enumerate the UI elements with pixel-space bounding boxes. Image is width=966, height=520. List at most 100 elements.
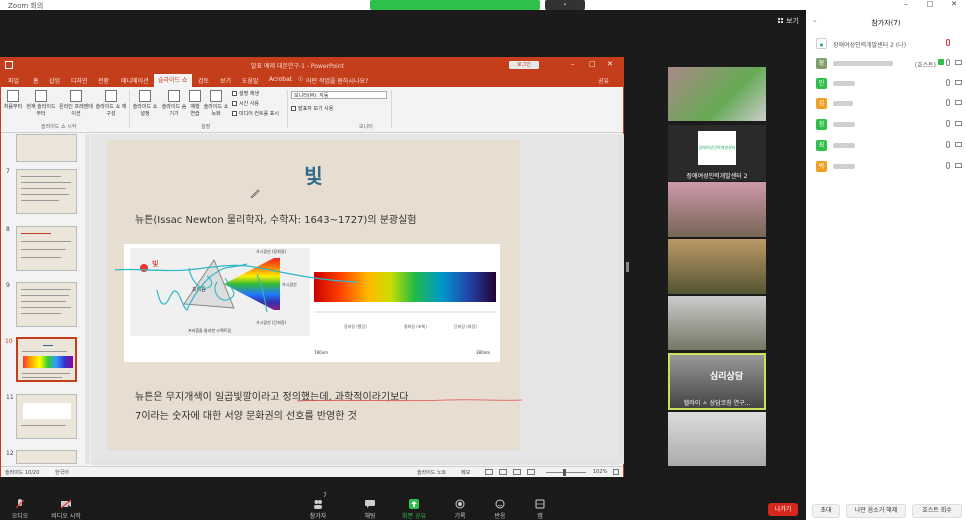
tab-insert[interactable]: 삽입 xyxy=(49,76,60,85)
camera-icon[interactable] xyxy=(955,163,962,168)
reading-view-icon[interactable] xyxy=(513,469,521,475)
participants-button[interactable]: 참가자 xyxy=(298,499,338,520)
mic-muted-icon[interactable] xyxy=(946,39,950,46)
video-tile-active-speaker[interactable]: 심리상담 헬러이 ㅅ 상담코칭 연구... xyxy=(668,353,766,410)
audio-button[interactable]: 오디오 xyxy=(0,499,40,520)
slide-thumbnail[interactable] xyxy=(16,450,77,464)
video-tile[interactable] xyxy=(668,296,766,350)
zoom-percent[interactable]: 102% xyxy=(593,469,607,475)
minimize-icon[interactable]: – xyxy=(896,0,916,10)
mic-icon[interactable] xyxy=(946,59,950,66)
slide-thumbnail[interactable] xyxy=(16,394,77,439)
participant-row[interactable]: 최 xyxy=(814,138,964,154)
share-options-button[interactable]: ⌄ xyxy=(545,0,585,10)
custom-show-button[interactable]: 슬라이드 쇼 재구성 xyxy=(95,90,127,117)
slide-horizontal-scrollbar[interactable] xyxy=(91,460,619,465)
thumbnail-scrollbar[interactable] xyxy=(85,134,90,464)
tell-me-box[interactable]: 어떤 작업을 원하시나요? xyxy=(306,76,368,85)
participant-row[interactable]: 김 xyxy=(814,96,964,112)
normal-view-icon[interactable] xyxy=(485,469,493,475)
view-button[interactable]: 보기 xyxy=(786,16,799,26)
camera-icon[interactable] xyxy=(955,100,962,105)
participant-row[interactable]: 정 xyxy=(814,117,964,133)
mic-icon[interactable] xyxy=(946,162,950,169)
screen-share-status-bar[interactable] xyxy=(370,0,540,10)
comments-button[interactable]: 메모 xyxy=(461,469,470,476)
record-button[interactable]: 슬라이드 쇼 녹화 xyxy=(203,90,229,117)
tab-home[interactable]: 홈 xyxy=(33,76,39,85)
claim-host-button[interactable]: 호스트 회수 xyxy=(912,504,962,518)
presenter-view-checkbox[interactable]: 발표자 보기 사용 xyxy=(291,105,333,112)
leave-button[interactable]: 나가기 xyxy=(768,503,798,516)
fit-slide-icon[interactable] xyxy=(613,469,619,475)
online-present-button[interactable]: 온라인 프레젠테이션 xyxy=(59,90,93,117)
video-tile[interactable] xyxy=(668,412,766,466)
mic-icon[interactable] xyxy=(946,120,950,127)
narration-checkbox[interactable]: 설명 재생 xyxy=(232,90,259,97)
ppt-restore-icon[interactable]: □ xyxy=(589,60,596,68)
slide-canvas: 빛 뉴튼(Issac Newton 물리학자, 수학자: 1643~1727)의… xyxy=(91,134,619,460)
participant-row[interactable]: 민 xyxy=(814,76,964,92)
video-tile[interactable] xyxy=(668,182,766,237)
tab-help[interactable]: 도움말 xyxy=(242,76,259,85)
maximize-icon[interactable]: □ xyxy=(920,0,940,10)
video-tile-center[interactable]: 장애여성인력개발센터 장애여성인력개발센터 2 xyxy=(668,125,766,181)
tab-view[interactable]: 보기 xyxy=(220,76,231,85)
from-current-button[interactable]: 현재 슬라이드부터 xyxy=(25,90,57,117)
camera-icon[interactable] xyxy=(955,142,962,147)
invite-button[interactable]: 초대 xyxy=(812,504,840,518)
slide-thumbnail[interactable] xyxy=(16,226,77,271)
from-beginning-button[interactable]: 처음부터 xyxy=(3,90,23,110)
notes-button[interactable]: 슬라이드 노트 xyxy=(417,469,446,476)
setup-button[interactable]: 슬라이드 쇼 설정 xyxy=(131,90,159,117)
slide-thumbnail[interactable] xyxy=(16,282,77,327)
slideshow-view-icon[interactable] xyxy=(527,469,535,475)
camera-icon[interactable] xyxy=(955,121,962,126)
slide-thumbnail-selected[interactable] xyxy=(16,337,77,382)
slide-thumbnail[interactable] xyxy=(16,169,77,214)
participant-row[interactable]: 박 xyxy=(814,159,964,175)
share-button[interactable]: 공유 xyxy=(598,76,609,85)
save-icon[interactable] xyxy=(5,61,13,69)
tab-transitions[interactable]: 전환 xyxy=(98,76,109,85)
rehearse-button[interactable]: 예행 연습 xyxy=(188,90,202,117)
mic-icon[interactable] xyxy=(946,99,950,106)
hide-slide-button[interactable]: 슬라이드 숨기기 xyxy=(161,90,187,117)
language-indicator[interactable]: 한국어 xyxy=(55,469,69,476)
mic-icon[interactable] xyxy=(946,79,950,86)
apps-button[interactable]: 앱 xyxy=(520,499,560,520)
tab-acrobat[interactable]: Acrobat xyxy=(269,76,292,83)
media-controls-checkbox[interactable]: 미디어 컨트롤 표시 xyxy=(232,110,279,117)
camera-icon[interactable] xyxy=(955,60,962,65)
timings-checkbox[interactable]: 시간 사용 xyxy=(232,100,259,107)
slide-vertical-scrollbar[interactable] xyxy=(618,134,624,464)
tab-slideshow[interactable]: 슬라이드 쇼 xyxy=(154,74,192,87)
reactions-button[interactable]: 반응 xyxy=(480,499,520,520)
sorter-view-icon[interactable] xyxy=(499,469,507,475)
camera-icon[interactable] xyxy=(955,80,962,85)
slide-thumbnail[interactable] xyxy=(16,134,77,162)
ppt-close-icon[interactable]: ✕ xyxy=(607,60,613,68)
share-screen-button[interactable]: 화면 공유 xyxy=(394,499,434,520)
splitter-handle[interactable] xyxy=(626,262,629,272)
tab-file[interactable]: 파일 xyxy=(8,76,19,85)
tab-design[interactable]: 디자인 xyxy=(71,76,88,85)
tab-review[interactable]: 검토 xyxy=(198,76,209,85)
chat-button[interactable]: 채팅 xyxy=(350,499,390,520)
video-tile[interactable] xyxy=(668,67,766,121)
zoom-slider[interactable] xyxy=(546,472,586,473)
tab-animations[interactable]: 애니메이션 xyxy=(121,76,149,85)
close-icon[interactable]: ✕ xyxy=(944,0,964,10)
login-button[interactable]: 로그인 xyxy=(509,61,539,69)
monitor-select[interactable]: 모니터(M): 자동 xyxy=(291,91,387,99)
ppt-minimize-icon[interactable]: – xyxy=(571,60,575,68)
unmute-me-button[interactable]: 나만 음소거 해제 xyxy=(846,504,906,518)
participant-row[interactable]: 장 (호스트) xyxy=(814,56,964,72)
mic-icon[interactable] xyxy=(946,141,950,148)
video-button[interactable]: 비디오 시작 xyxy=(46,499,86,520)
zoom-slider-thumb[interactable] xyxy=(563,469,566,476)
record-button[interactable]: 기록 xyxy=(440,499,480,520)
participant-row-host[interactable]: ● 장애여성인력개발센터 2 (나) xyxy=(814,36,964,52)
grid-view-icon[interactable] xyxy=(778,18,784,24)
video-tile[interactable] xyxy=(668,239,766,294)
